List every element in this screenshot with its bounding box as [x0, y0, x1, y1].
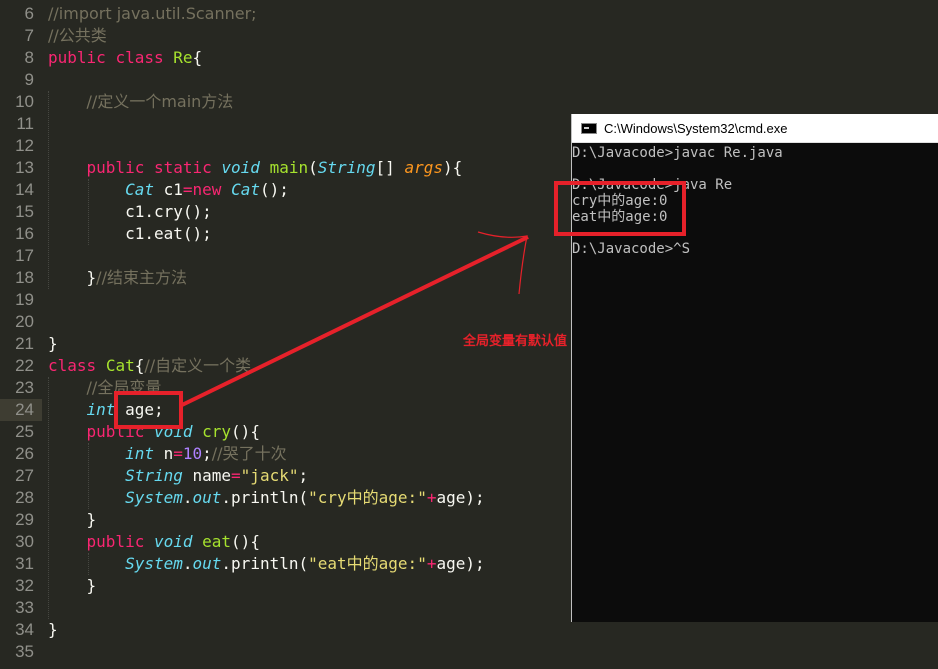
- annotation-label: 全局变量有默认值: [463, 334, 568, 349]
- age-field-highlight-box: [114, 391, 183, 429]
- annotation-arrow-line: [181, 235, 529, 407]
- output-highlight-box: [554, 181, 686, 236]
